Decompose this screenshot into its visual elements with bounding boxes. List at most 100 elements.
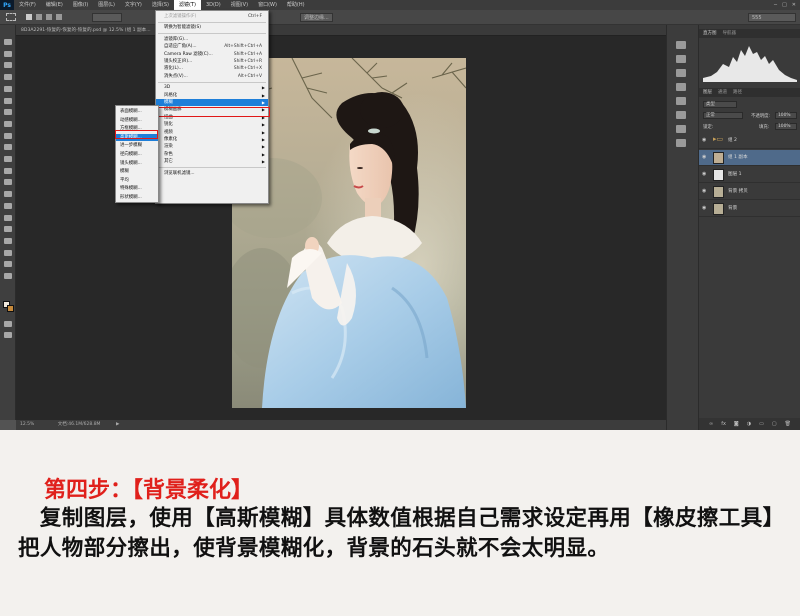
visibility-eye-icon[interactable]: ◉ — [702, 189, 708, 194]
zoom-level[interactable]: 12.5% — [20, 422, 34, 427]
pen-tool-icon[interactable] — [4, 202, 12, 209]
quick-select-tool-icon[interactable] — [4, 74, 12, 81]
menu-item[interactable]: 滤镜(T) — [173, 0, 201, 10]
layer-row[interactable]: ◉ 图层 1 — [699, 167, 800, 183]
visibility-eye-icon[interactable]: ◉ — [702, 155, 708, 160]
new-layer-icon[interactable]: ▢ — [772, 421, 777, 427]
gradient-tool-icon[interactable] — [4, 167, 12, 174]
adjustments-panel-icon[interactable] — [676, 83, 686, 91]
marquee-tool-icon[interactable] — [6, 13, 16, 21]
close-icon[interactable]: ✕ — [792, 2, 796, 8]
type-tool-icon[interactable] — [4, 214, 12, 221]
adjustment-icon[interactable]: ◑ — [747, 421, 751, 427]
more-tools-icon[interactable] — [4, 273, 12, 279]
filter-menu-item[interactable]: 自适应广角(A)... Alt+Shift+Ctrl+A — [156, 43, 268, 50]
quick-mask-icon[interactable] — [4, 321, 12, 327]
adjust-edge-button[interactable]: 调整边缘... — [300, 13, 333, 22]
filter-menu-item[interactable]: 模糊 ▶ — [156, 99, 268, 107]
link-layers-icon[interactable]: ∞ — [709, 421, 713, 427]
filter-menu-item[interactable]: 渲染 ▶ — [156, 143, 268, 150]
menu-item[interactable]: 3D(D) — [201, 0, 226, 10]
eraser-tool-icon[interactable] — [4, 156, 12, 162]
blur-menu-item[interactable]: 动感模糊... — [116, 117, 158, 124]
move-tool-icon[interactable] — [4, 39, 12, 45]
tab-navigator[interactable]: 导航器 — [723, 29, 737, 38]
shape-tool-icon[interactable] — [4, 237, 12, 244]
history-brush-tool-icon[interactable] — [4, 144, 12, 151]
tab-histogram[interactable]: 直方图 — [703, 29, 717, 38]
menu-item[interactable]: 文字(Y) — [120, 0, 147, 10]
blur-menu-item[interactable]: 镜头模糊... — [116, 160, 158, 167]
document-tab[interactable]: 8D3A2291-恢复的-恢复的-恢复的.psd @ 12.5% (组 1 副本… — [16, 25, 666, 36]
blend-mode-select[interactable]: 正常 — [703, 112, 743, 119]
blur-menu-item[interactable]: 模糊 — [116, 168, 158, 175]
dodge-tool-icon[interactable] — [4, 191, 12, 198]
filter-menu-item[interactable]: 滤镜库(G)... — [156, 36, 268, 43]
blur-menu-item[interactable]: 表面模糊... — [116, 108, 158, 115]
layer-row[interactable]: ◉ ▸▭ 组 2 — [699, 133, 800, 149]
zoom-tool-icon[interactable] — [4, 261, 12, 268]
actions-panel-icon[interactable] — [676, 55, 686, 63]
visibility-eye-icon[interactable]: ◉ — [702, 206, 708, 211]
blur-menu-item[interactable]: 形状模糊... — [116, 194, 158, 201]
properties-panel-icon[interactable] — [676, 69, 686, 77]
opacity-input[interactable]: 100% — [775, 112, 797, 119]
info-panel-icon[interactable] — [676, 97, 686, 105]
menu-item[interactable]: 视图(V) — [226, 0, 253, 10]
visibility-eye-icon[interactable]: ◉ — [702, 172, 708, 177]
tab-paths[interactable]: 路径 — [733, 88, 742, 97]
filter-menu-item[interactable]: 风格化 ▶ — [156, 92, 268, 99]
subtract-selection-icon[interactable] — [46, 14, 52, 20]
menu-item[interactable]: 文件(F) — [14, 0, 41, 10]
new-group-icon[interactable]: ▭ — [759, 421, 764, 427]
menu-item[interactable]: 图像(I) — [68, 0, 93, 10]
character-panel-icon[interactable] — [676, 125, 686, 133]
filter-menu-item[interactable]: 锐化 ▶ — [156, 121, 268, 128]
filter-menu-item[interactable]: 其它 ▶ — [156, 158, 268, 165]
filter-menu-item[interactable]: 消失点(V)... Alt+Ctrl+V — [156, 73, 268, 80]
menu-item[interactable]: 窗口(W) — [253, 0, 282, 10]
tab-channels[interactable]: 通道 — [718, 88, 727, 97]
add-selection-icon[interactable] — [36, 14, 42, 20]
lasso-tool-icon[interactable] — [4, 62, 12, 69]
layer-kind-filter[interactable]: 类型 — [703, 101, 737, 108]
paragraph-panel-icon[interactable] — [676, 139, 686, 147]
hand-tool-icon[interactable] — [4, 249, 12, 256]
new-selection-icon[interactable] — [26, 14, 32, 20]
menu-item[interactable]: 帮助(H) — [282, 0, 310, 10]
mask-icon[interactable]: ◙ — [734, 421, 739, 427]
menu-item[interactable]: 图层(L) — [93, 0, 120, 10]
menu-item[interactable]: 选择(S) — [147, 0, 174, 10]
maximize-icon[interactable]: □ — [782, 2, 787, 8]
blur-menu-item[interactable]: 特殊模糊... — [116, 185, 158, 192]
blur-menu-item[interactable]: 进一步模糊 — [116, 142, 158, 149]
intersect-selection-icon[interactable] — [56, 14, 62, 20]
filter-menu-item[interactable]: 杂色 ▶ — [156, 151, 268, 158]
filter-menu-item[interactable]: 像素化 ▶ — [156, 136, 268, 143]
filter-menu-item[interactable]: 液化(L)... Shift+Ctrl+X — [156, 65, 268, 72]
path-select-tool-icon[interactable] — [4, 226, 12, 233]
filter-menu-item[interactable]: Camera Raw 滤镜(C)... Shift+Ctrl+A — [156, 51, 268, 58]
blur-menu-item[interactable]: 平均 — [116, 177, 158, 184]
screen-mode-icon[interactable] — [4, 332, 12, 338]
history-panel-icon[interactable] — [676, 41, 686, 49]
tab-layers[interactable]: 图层 — [703, 88, 712, 97]
healing-tool-icon[interactable] — [4, 109, 12, 116]
visibility-eye-icon[interactable]: ◉ — [702, 138, 708, 143]
status-arrow-icon[interactable]: ▶ — [116, 420, 119, 430]
brush-panel-icon[interactable] — [676, 111, 686, 119]
filter-menu-item[interactable]: 上次滤镜操作(F) Ctrl+F — [156, 13, 268, 20]
filter-menu-item[interactable]: 浏览联机滤镜... — [156, 170, 268, 177]
layer-row[interactable]: ◉ 背景 拷贝 — [699, 184, 800, 200]
filter-menu-item[interactable]: 3D ▶ — [156, 84, 268, 91]
background-color-swatch[interactable] — [7, 305, 14, 312]
workspace-field[interactable]: 555 — [748, 13, 796, 22]
filter-menu-item[interactable]: 镜头校正(R)... Shift+Ctrl+R — [156, 58, 268, 65]
blur-tool-icon[interactable] — [4, 179, 12, 186]
brush-tool-icon[interactable] — [4, 120, 12, 127]
layer-row[interactable]: ◉ 背景 — [699, 201, 800, 217]
layer-row[interactable]: ◉ 组 1 副本 — [699, 150, 800, 166]
feather-input[interactable] — [92, 13, 122, 22]
minimize-icon[interactable]: ─ — [774, 2, 777, 8]
trash-icon[interactable]: 🗑 — [785, 421, 791, 427]
